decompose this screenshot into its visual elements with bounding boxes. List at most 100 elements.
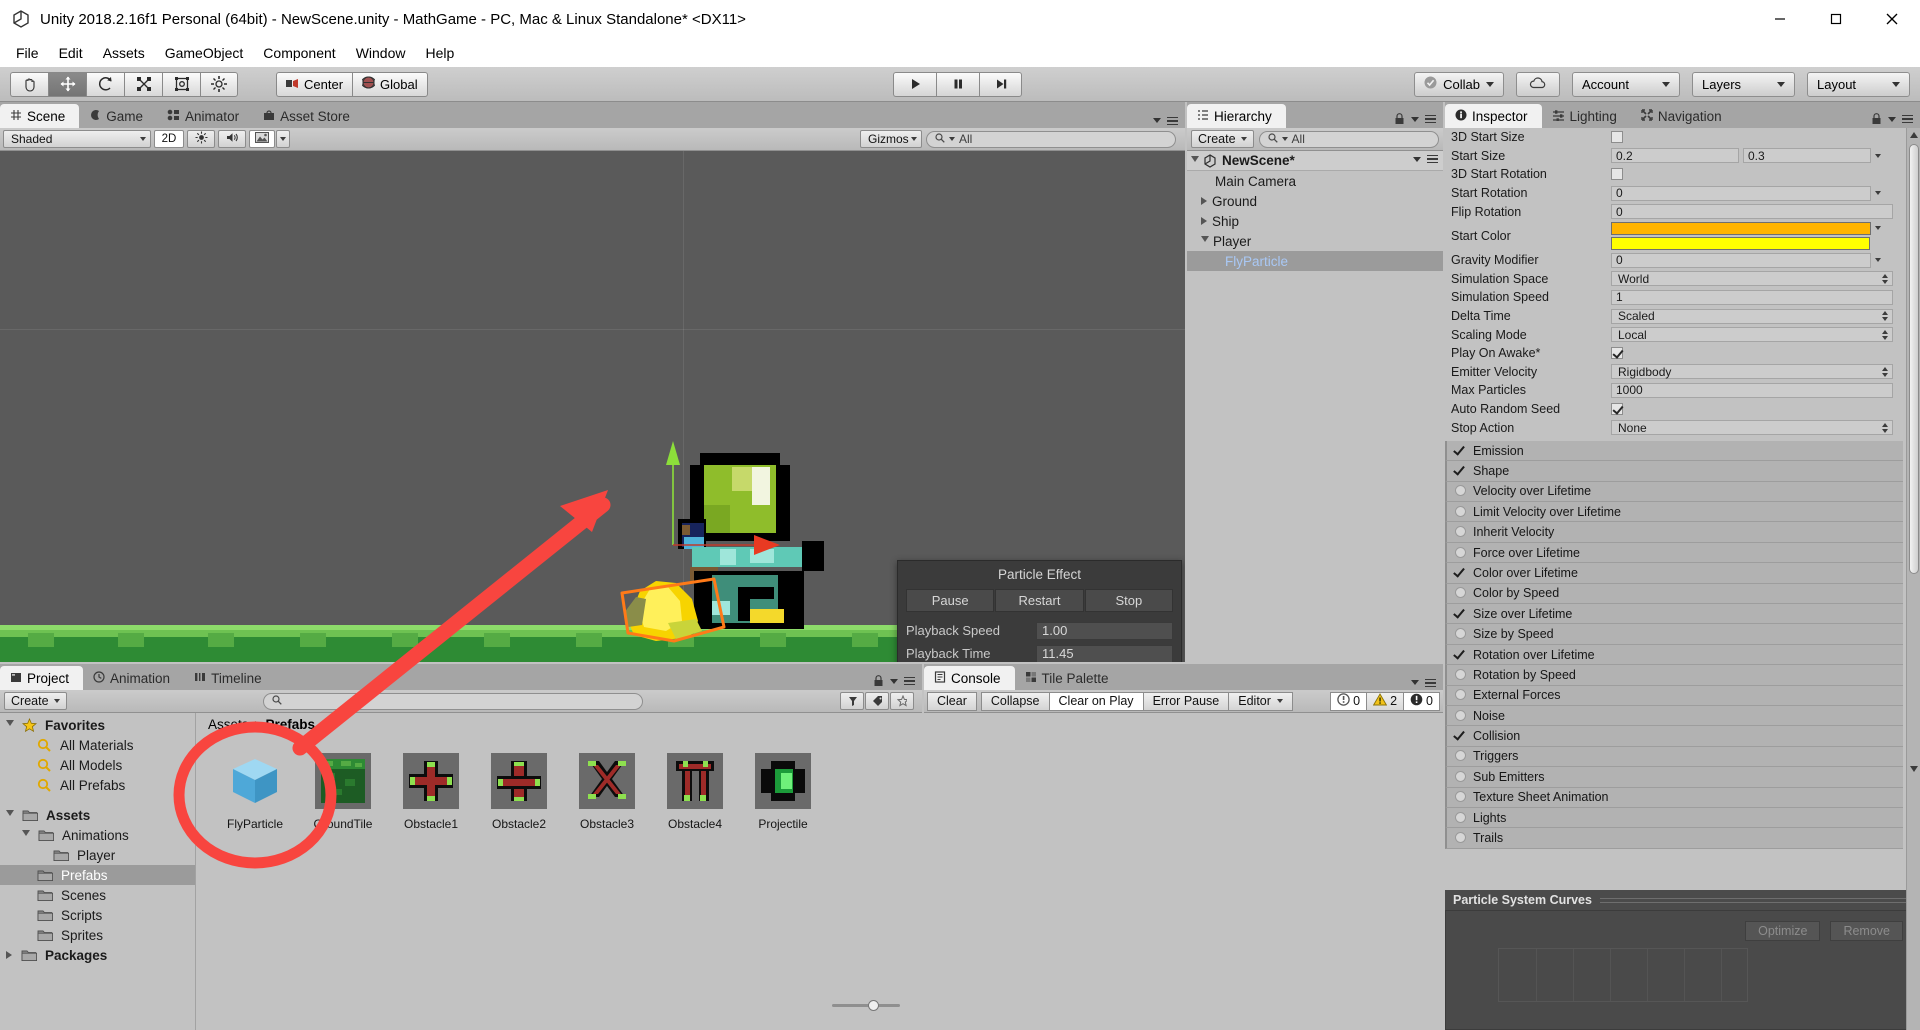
tab-hierarchy[interactable]: Hierarchy [1187,104,1286,128]
particle-restart-button[interactable]: Restart [995,589,1084,612]
close-button[interactable] [1864,0,1920,38]
chevron-down-icon[interactable] [6,720,14,730]
move-tool-button[interactable] [48,71,86,97]
scene-panel-menu[interactable] [1153,116,1185,129]
tree-item-scripts[interactable]: Scripts [0,905,195,925]
menu-edit[interactable]: Edit [49,42,93,64]
tree-item-animations[interactable]: Animations [0,825,195,845]
module-row[interactable]: External Forces [1445,685,1903,706]
tree-item-packages[interactable]: Packages [0,945,195,965]
chevron-down-icon[interactable] [1875,258,1881,263]
console-panel-menu[interactable] [1411,678,1443,691]
curves-remove-button[interactable]: Remove [1830,921,1903,941]
module-checkbox[interactable] [1453,646,1467,661]
auto-random-seed-checkbox[interactable] [1611,403,1623,416]
tab-lighting[interactable]: Lighting [1542,104,1631,128]
tree-item-scenes[interactable]: Scenes [0,885,195,905]
menu-component[interactable]: Component [253,42,345,64]
emitter-velocity-dropdown[interactable]: Rigidbody [1611,364,1893,380]
scene-lighting-toggle[interactable] [187,130,215,148]
start-size-min-field[interactable]: 0.2 [1611,148,1739,164]
scene-effects-dropdown[interactable] [276,130,290,148]
filter-by-type-button[interactable] [840,692,864,710]
scene-audio-toggle[interactable] [218,130,246,148]
lock-icon[interactable] [1871,113,1882,125]
simulation-space-dropdown[interactable]: World [1611,271,1893,287]
3d-start-rotation-checkbox[interactable] [1611,168,1623,181]
module-row[interactable]: Force over Lifetime [1445,542,1903,564]
menu-window[interactable]: Window [346,42,416,64]
draw-mode-dropdown[interactable]: Shaded [3,130,151,148]
rect-tool-button[interactable] [162,71,200,97]
inspector-panel-menu[interactable] [1871,113,1920,128]
module-checkbox[interactable] [1453,606,1467,620]
module-checkbox[interactable] [1453,463,1467,477]
tree-item-all-models[interactable]: All Models [0,755,195,775]
curves-optimize-button[interactable]: Optimize [1745,921,1821,941]
tree-item-player[interactable]: Player [0,845,195,865]
asset-item-obstacle2[interactable]: Obstacle2 [482,750,556,831]
hand-tool-button[interactable] [10,71,48,97]
tab-tile-palette[interactable]: Tile Palette [1015,666,1123,690]
chevron-right-icon[interactable] [1201,217,1207,225]
asset-item-obstacle3[interactable]: Obstacle3 [570,750,644,831]
layout-button[interactable]: Layout [1807,71,1910,97]
gravity-modifier-field[interactable]: 0 [1611,252,1871,268]
hierarchy-item-ship[interactable]: Ship [1187,211,1443,231]
module-row[interactable]: Rotation by Speed [1445,665,1903,686]
module-checkbox[interactable] [1455,750,1467,762]
module-row[interactable]: Velocity over Lifetime [1445,481,1903,503]
asset-zoom-slider[interactable] [832,998,900,1012]
console-error-count[interactable]: 0 [1403,691,1440,711]
module-row[interactable]: Lights [1445,807,1903,829]
module-row[interactable]: Size over Lifetime [1445,604,1903,625]
menu-assets[interactable]: Assets [93,42,155,64]
toggle-2d-button[interactable]: 2D [154,130,184,148]
project-search-input[interactable] [263,692,644,710]
lock-icon[interactable] [1394,113,1405,125]
project-create-button[interactable]: Create [4,692,67,710]
module-row[interactable]: Collision [1445,726,1903,747]
menu-help[interactable]: Help [415,42,464,64]
asset-item-flyparticle[interactable]: FlyParticle [218,750,292,831]
play-button[interactable] [893,71,936,97]
tab-timeline[interactable]: Timeline [184,666,276,690]
tree-item-prefabs[interactable]: Prefabs [0,865,195,885]
step-button[interactable] [979,71,1022,97]
play-on-awake-checkbox[interactable] [1611,347,1623,360]
module-checkbox[interactable] [1455,689,1467,701]
module-checkbox[interactable] [1455,526,1467,538]
module-row[interactable]: Size by Speed [1445,624,1903,645]
flip-rotation-field[interactable]: 0 [1611,204,1893,220]
maximize-button[interactable] [1808,0,1864,38]
handle-mode-button[interactable]: Global [352,71,428,97]
3d-start-size-checkbox[interactable] [1611,131,1623,144]
start-size-max-field[interactable]: 0.3 [1743,148,1871,164]
start-color-top-swatch[interactable] [1611,221,1871,235]
playback-time-field[interactable]: 11.45 [1036,644,1173,662]
module-row[interactable]: Color over Lifetime [1445,563,1903,584]
module-checkbox[interactable] [1455,505,1467,518]
module-checkbox[interactable] [1455,791,1467,803]
cloud-services-button[interactable] [1516,71,1560,97]
inspector-scroll-thumb[interactable] [1909,144,1919,574]
chevron-down-icon[interactable] [6,810,14,820]
breadcrumb-assets[interactable]: Assets [208,717,249,732]
asset-item-obstacle4[interactable]: Obstacle4 [658,750,732,831]
console-collapse-button[interactable]: Collapse [980,691,1050,711]
scaling-mode-dropdown[interactable]: Local [1611,327,1893,343]
tree-item-all-materials[interactable]: All Materials [0,735,195,755]
chevron-down-icon[interactable] [1875,153,1881,158]
module-row[interactable]: Triggers [1445,746,1903,768]
start-rotation-field[interactable]: 0 [1611,185,1871,201]
tab-asset-store[interactable]: Asset Store [253,104,364,128]
slider-knob[interactable] [868,999,879,1011]
tree-item-favorites[interactable]: Favorites [0,715,195,735]
simulation-speed-field[interactable]: 1 [1611,289,1893,305]
inspector-scrollbar[interactable] [1906,128,1920,1030]
hierarchy-item-main-camera[interactable]: Main Camera [1187,171,1443,191]
menu-file[interactable]: File [6,42,49,64]
tab-game[interactable]: Game [79,104,157,128]
hierarchy-item-player[interactable]: Player [1187,231,1443,251]
module-checkbox[interactable] [1453,565,1467,579]
